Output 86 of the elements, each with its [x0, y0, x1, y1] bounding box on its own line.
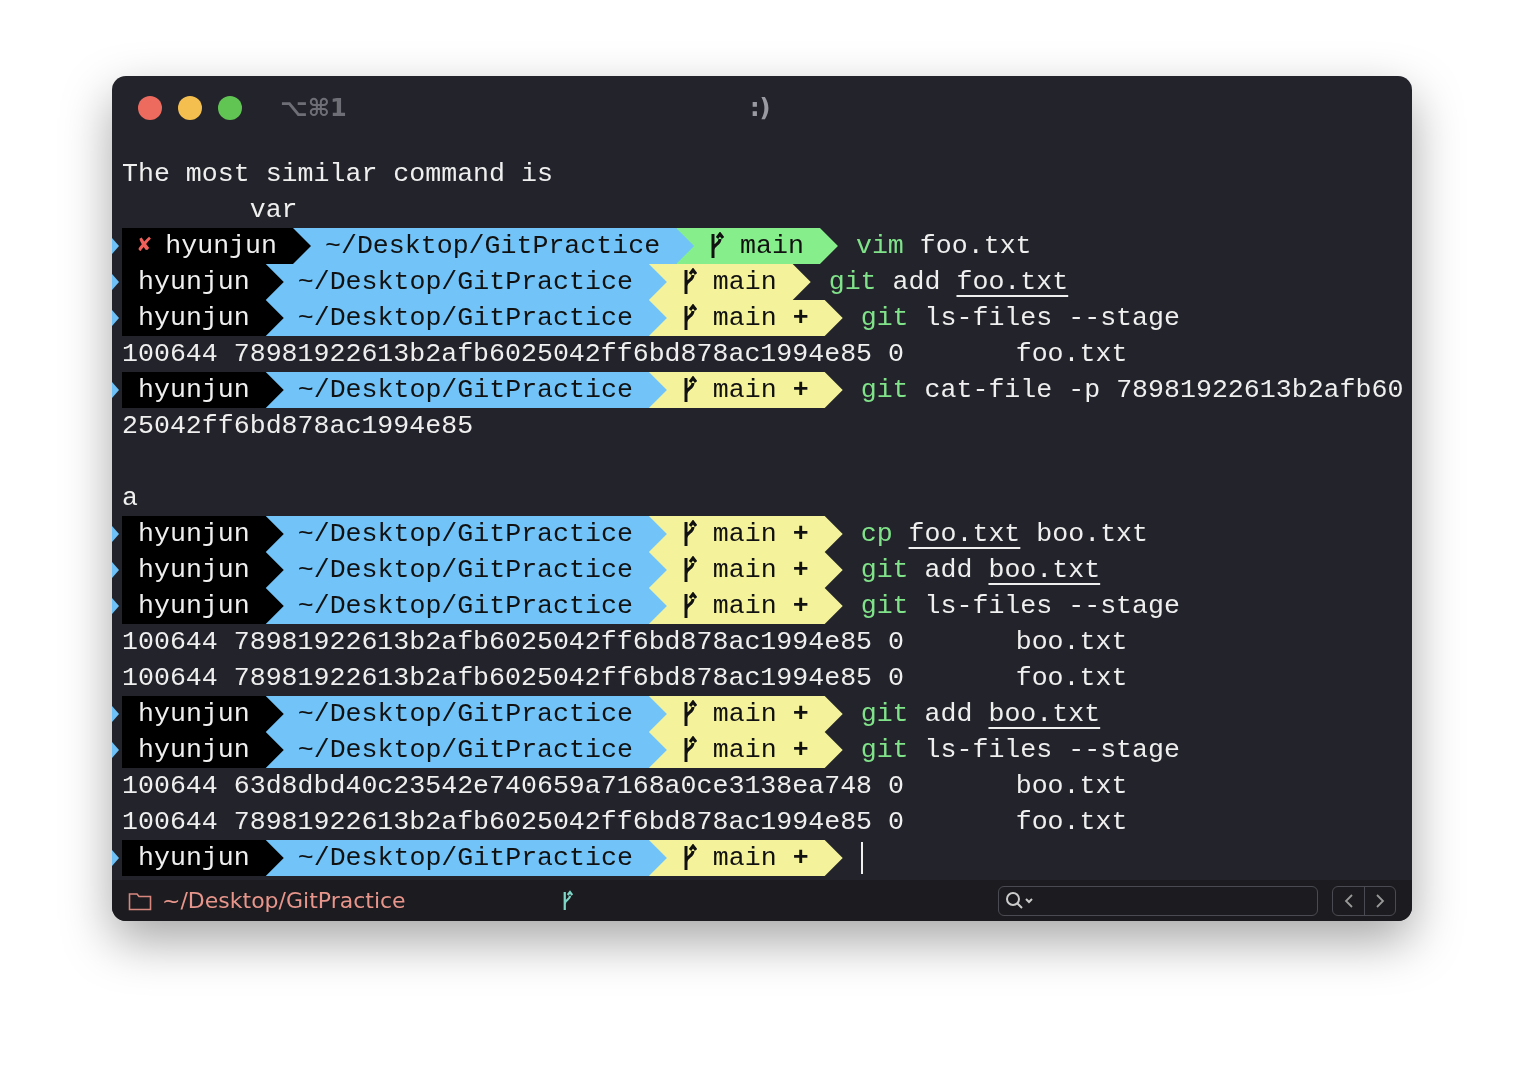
output-line: 100644 63d8dbd40c23542e740659a7168a0ce3138ea748 0 boo.txt — [121, 770, 1128, 803]
path-segment: ~/Desktop/GitPractice — [265, 372, 667, 408]
output-line: 100644 78981922613b2afb6025042ff6bd878ac1994e85 0 foo.txt — [121, 806, 1128, 839]
window-title: :) — [750, 94, 771, 122]
command-argument: add — [924, 554, 973, 587]
file-path: foo.txt — [908, 518, 1021, 551]
command-argument: --stage — [1068, 734, 1180, 767]
path-segment: ~/Desktop/GitPractice — [265, 264, 667, 300]
user-name: hyunjun — [138, 590, 250, 623]
error-mark: ✘ — [138, 232, 152, 260]
command-name: git — [860, 698, 909, 731]
branch-name: main — [712, 518, 777, 551]
branch-name: main — [712, 266, 777, 299]
command-name: git — [860, 302, 909, 335]
command-argument: -p — [1068, 374, 1101, 407]
output-line: a — [121, 482, 138, 515]
branch-name: main — [712, 302, 777, 335]
command-argument: ls-files — [924, 302, 1053, 335]
command-name: git — [860, 734, 909, 767]
status-directory: ~/Desktop/GitPractice — [162, 888, 406, 913]
user-name: hyunjun — [138, 842, 250, 875]
branch-name: main — [712, 554, 777, 587]
branch-name: main — [712, 734, 777, 767]
output-line: The most similar command is — [121, 158, 553, 191]
user-name: hyunjun — [138, 734, 250, 767]
command-name: vim — [855, 230, 904, 263]
command-argument: --stage — [1068, 590, 1180, 623]
file-path: boo.txt — [988, 554, 1101, 587]
staged-mark: + — [792, 734, 809, 767]
command-name: git — [828, 266, 877, 299]
user-name: hyunjun — [138, 374, 250, 407]
user-name: hyunjun — [138, 266, 250, 299]
search-field[interactable] — [998, 885, 1318, 916]
path-segment: ~/Desktop/GitPractice — [265, 300, 667, 336]
user-name: hyunjun — [165, 230, 277, 263]
command-argument: add — [892, 266, 941, 299]
command-argument: boo.txt — [1036, 518, 1149, 551]
chevron-right-icon — [1375, 892, 1385, 909]
staged-mark: + — [792, 842, 809, 875]
path-segment: ~/Desktop/GitPractice — [292, 228, 695, 264]
command-argument: 78981922613b2afb60 — [1116, 374, 1404, 407]
path-segment: ~/Desktop/GitPractice — [265, 516, 667, 552]
minimize-button[interactable] — [178, 96, 202, 120]
command-name: git — [860, 374, 909, 407]
staged-mark: + — [792, 554, 809, 587]
command-name: cp — [860, 518, 893, 551]
command-argument: foo.txt — [919, 230, 1032, 263]
staged-mark: + — [792, 518, 809, 551]
branch-name: main — [712, 590, 777, 623]
command-argument: cat-file — [924, 374, 1053, 407]
path-segment: ~/Desktop/GitPractice — [265, 732, 667, 768]
command-argument: ls-files — [924, 590, 1053, 623]
close-button[interactable] — [138, 96, 162, 120]
user-name: hyunjun — [138, 518, 250, 551]
output-line: 100644 78981922613b2afb6025042ff6bd878ac1994e85 0 boo.txt — [121, 626, 1128, 659]
output-line: 100644 78981922613b2afb6025042ff6bd878ac1994e85 0 foo.txt — [121, 662, 1128, 695]
output-line: var — [248, 194, 298, 227]
command-name: git — [860, 554, 909, 587]
command-name: git — [860, 590, 909, 623]
branch-name: main — [712, 698, 777, 731]
path-segment: ~/Desktop/GitPractice — [265, 696, 667, 732]
path-segment: ~/Desktop/GitPractice — [265, 840, 667, 876]
user-name: hyunjun — [138, 698, 250, 731]
folder-icon — [128, 890, 152, 911]
staged-mark: + — [792, 374, 809, 407]
staged-mark: + — [792, 302, 809, 335]
user-name: hyunjun — [138, 302, 250, 335]
path-segment: ~/Desktop/GitPractice — [265, 552, 667, 588]
branch-name: main — [712, 842, 777, 875]
output-line: 25042ff6bd878ac1994e85 — [121, 410, 474, 443]
user-name: hyunjun — [138, 554, 250, 587]
command-argument: ls-files — [924, 734, 1053, 767]
command-argument: --stage — [1068, 302, 1180, 335]
output-line: 100644 78981922613b2afb6025042ff6bd878ac1994e85 0 foo.txt — [121, 338, 1128, 371]
branch-name: main — [740, 230, 804, 263]
file-path: foo.txt — [956, 266, 1069, 299]
file-path: boo.txt — [988, 698, 1101, 731]
search-icon — [1005, 890, 1035, 911]
zoom-button[interactable] — [218, 96, 242, 120]
command-argument: add — [924, 698, 973, 731]
chevron-left-icon — [1343, 892, 1354, 909]
path-segment: ~/Desktop/GitPractice — [265, 588, 667, 624]
tab-shortcut: ⌥⌘1 — [280, 94, 347, 122]
staged-mark: + — [792, 698, 809, 731]
staged-mark: + — [792, 590, 809, 623]
branch-name: main — [712, 374, 777, 407]
